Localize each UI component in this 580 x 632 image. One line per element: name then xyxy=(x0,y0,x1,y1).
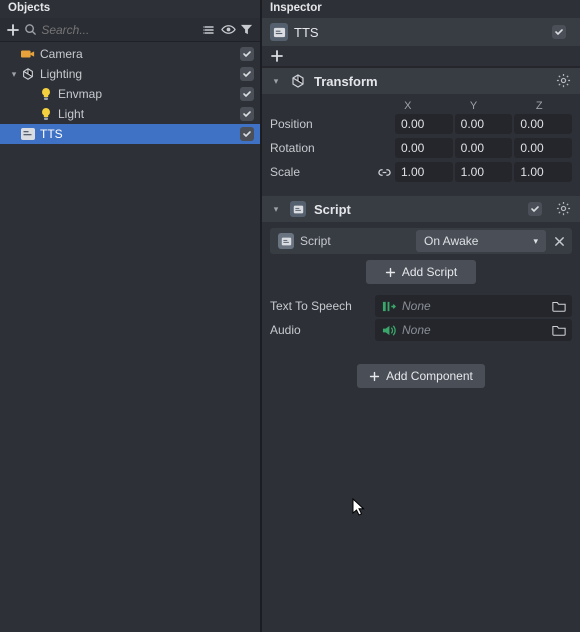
property-label: Position xyxy=(270,117,375,131)
add-icon[interactable] xyxy=(268,47,286,65)
plus-icon xyxy=(385,267,396,278)
tree-node-label: Envmap xyxy=(58,87,240,101)
add-icon[interactable] xyxy=(6,21,20,39)
script-trigger-dropdown[interactable]: On Awake ▾ xyxy=(416,230,546,252)
add-script-button[interactable]: Add Script xyxy=(366,260,476,284)
expand-arrow-icon[interactable]: ▾ xyxy=(8,69,20,80)
transform-scale-row: Scale1.001.001.00 xyxy=(270,160,572,184)
number-input[interactable]: 0.00 xyxy=(395,138,453,158)
property-label: Text To Speech xyxy=(270,299,375,313)
transform-body: X Y Z Position0.000.000.00Rotation0.000.… xyxy=(262,94,580,194)
objects-tree: Camera ▾ Lighting Envmap Light TTS xyxy=(0,42,260,632)
chevron-down-icon: ▾ xyxy=(270,204,282,215)
number-input[interactable]: 0.00 xyxy=(455,114,513,134)
tree-row[interactable]: ▾ Lighting xyxy=(0,64,260,84)
tree-row[interactable]: Envmap xyxy=(0,84,260,104)
add-component-button[interactable]: Add Component xyxy=(357,364,485,388)
slot-placeholder: None xyxy=(402,323,546,337)
gear-icon[interactable] xyxy=(556,73,572,89)
transform-column-header: X Y Z xyxy=(270,100,572,112)
property-label: Scale xyxy=(270,165,375,179)
script-asset-label: Script xyxy=(300,234,331,248)
transform-position-row: Position0.000.000.00 xyxy=(270,112,572,136)
object-enabled-checkbox[interactable] xyxy=(552,25,566,39)
property-label: Audio xyxy=(270,323,375,337)
number-input[interactable]: 1.00 xyxy=(514,162,572,182)
slot-placeholder: None xyxy=(402,299,546,313)
property-label: Rotation xyxy=(270,141,375,155)
visibility-checkbox[interactable] xyxy=(240,47,254,61)
inspector-subtoolbar xyxy=(262,46,580,68)
search-input[interactable] xyxy=(41,23,198,37)
folder-icon[interactable] xyxy=(552,300,566,312)
inspector-panel: Inspector TTS ▾ Transform X xyxy=(262,0,580,632)
script-icon xyxy=(290,201,306,217)
transform-header[interactable]: ▾ Transform xyxy=(262,68,580,94)
tree-row[interactable]: Light xyxy=(0,104,260,124)
objects-title: Objects xyxy=(0,0,260,18)
tree-node-label: TTS xyxy=(40,127,240,141)
list-icon[interactable] xyxy=(202,21,216,39)
script-icon xyxy=(278,233,294,249)
bulb-icon xyxy=(38,86,54,102)
tree-node-label: Lighting xyxy=(40,67,240,81)
transform-component: ▾ Transform X Y Z Position0.000.000.00Ro… xyxy=(262,68,580,194)
script-icon xyxy=(270,23,288,41)
script-enabled-checkbox[interactable] xyxy=(528,202,542,216)
property-row: Text To Speech None xyxy=(270,294,572,318)
asset-slot[interactable]: None xyxy=(375,319,572,341)
number-input[interactable]: 1.00 xyxy=(455,162,513,182)
link-icon[interactable] xyxy=(375,163,393,181)
script-asset-row: Script On Awake ▾ xyxy=(270,228,572,254)
transform-title: Transform xyxy=(314,74,548,89)
tts-icon xyxy=(381,300,396,313)
number-input[interactable]: 0.00 xyxy=(395,114,453,134)
script-title: Script xyxy=(314,202,520,217)
visibility-checkbox[interactable] xyxy=(240,87,254,101)
objects-toolbar xyxy=(0,18,260,42)
number-input[interactable]: 0.00 xyxy=(514,138,572,158)
visibility-checkbox[interactable] xyxy=(240,67,254,81)
script-header[interactable]: ▾ Script xyxy=(262,196,580,222)
number-input[interactable]: 1.00 xyxy=(395,162,453,182)
bulb-icon xyxy=(38,106,54,122)
tree-node-label: Camera xyxy=(40,47,240,61)
tree-node-label: Light xyxy=(58,107,240,121)
property-row: Audio None xyxy=(270,318,572,342)
inspector-title: Inspector xyxy=(262,0,580,18)
plus-icon xyxy=(369,371,380,382)
number-input[interactable]: 0.00 xyxy=(514,114,572,134)
close-icon[interactable] xyxy=(550,232,568,250)
inspector-object-header: TTS xyxy=(262,18,580,46)
script-body: Script On Awake ▾ Add Script Text To Spe… xyxy=(262,222,580,352)
tree-row[interactable]: Camera xyxy=(0,44,260,64)
lighting-icon xyxy=(20,66,36,82)
search-box[interactable] xyxy=(24,23,198,37)
eye-icon[interactable] xyxy=(221,21,236,39)
inspector-object-name: TTS xyxy=(294,25,546,40)
camera-icon xyxy=(20,46,36,62)
audio-icon xyxy=(381,324,396,337)
script-component: ▾ Script Script On Awake xyxy=(262,196,580,352)
visibility-checkbox[interactable] xyxy=(240,107,254,121)
number-input[interactable]: 0.00 xyxy=(455,138,513,158)
filter-icon[interactable] xyxy=(240,21,254,39)
transform-rotation-row: Rotation0.000.000.00 xyxy=(270,136,572,160)
chevron-down-icon: ▾ xyxy=(270,76,282,87)
search-icon xyxy=(24,23,37,36)
tree-row[interactable]: TTS xyxy=(0,124,260,144)
objects-panel: Objects Camera ▾ Lighting Envmap Light TTS xyxy=(0,0,262,632)
gear-icon[interactable] xyxy=(556,201,572,217)
script-icon xyxy=(20,126,36,142)
asset-slot[interactable]: None xyxy=(375,295,572,317)
chevron-down-icon: ▾ xyxy=(533,236,538,247)
transform-icon xyxy=(290,73,306,89)
folder-icon[interactable] xyxy=(552,324,566,336)
visibility-checkbox[interactable] xyxy=(240,127,254,141)
